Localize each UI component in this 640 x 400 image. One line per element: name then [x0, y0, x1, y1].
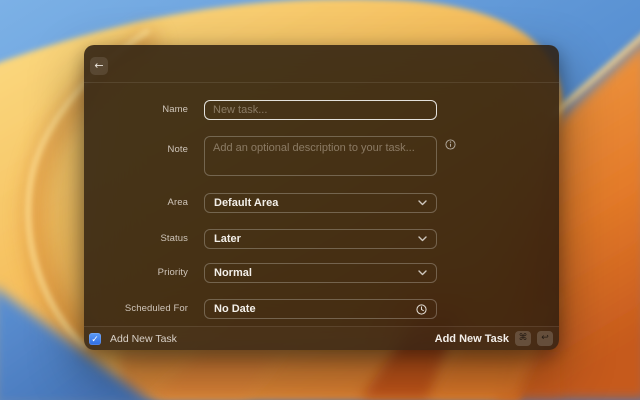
priority-select[interactable]: Normal	[204, 263, 437, 283]
add-new-task-checkbox-label: Add New Task	[110, 332, 177, 345]
name-label: Name	[162, 104, 188, 115]
scheduled-for-label: Scheduled For	[124, 303, 188, 314]
back-button[interactable]: ←	[90, 57, 108, 75]
checkmark-icon: ✓	[91, 333, 99, 344]
note-input[interactable]	[204, 136, 437, 176]
add-new-task-submit-button[interactable]: Add New Task ⌘ ↩	[435, 331, 553, 346]
area-value: Default Area	[214, 197, 279, 209]
add-task-window: ← Name Note Area Default Area Status Lat…	[84, 45, 559, 350]
status-value: Later	[214, 233, 241, 245]
chevron-down-icon	[418, 200, 427, 206]
clock-icon	[416, 303, 427, 315]
status-select[interactable]: Later	[204, 229, 437, 249]
status-label: Status	[160, 233, 188, 244]
command-key-icon: ⌘	[515, 331, 531, 346]
task-form: Name Note Area Default Area Status Later	[84, 83, 559, 326]
submit-label: Add New Task	[434, 332, 509, 345]
back-arrow-icon: ←	[94, 59, 104, 72]
note-label: Note	[167, 144, 188, 155]
titlebar: ←	[84, 45, 559, 83]
priority-value: Normal	[214, 267, 252, 279]
name-input[interactable]	[204, 100, 437, 120]
chevron-down-icon	[418, 236, 427, 242]
area-select[interactable]: Default Area	[204, 193, 437, 213]
priority-label: Priority	[157, 267, 188, 278]
return-key-icon: ↩	[537, 331, 553, 346]
footer-bar: ✓ Add New Task Add New Task ⌘ ↩	[84, 326, 559, 350]
footer-left: ✓ Add New Task	[89, 332, 177, 345]
area-label: Area	[167, 197, 188, 208]
add-new-task-checkbox[interactable]: ✓	[89, 332, 101, 345]
info-icon[interactable]	[445, 139, 456, 150]
scheduled-for-field[interactable]: No Date	[204, 299, 437, 319]
scheduled-for-value: No Date	[214, 303, 256, 315]
chevron-down-icon	[418, 270, 427, 276]
